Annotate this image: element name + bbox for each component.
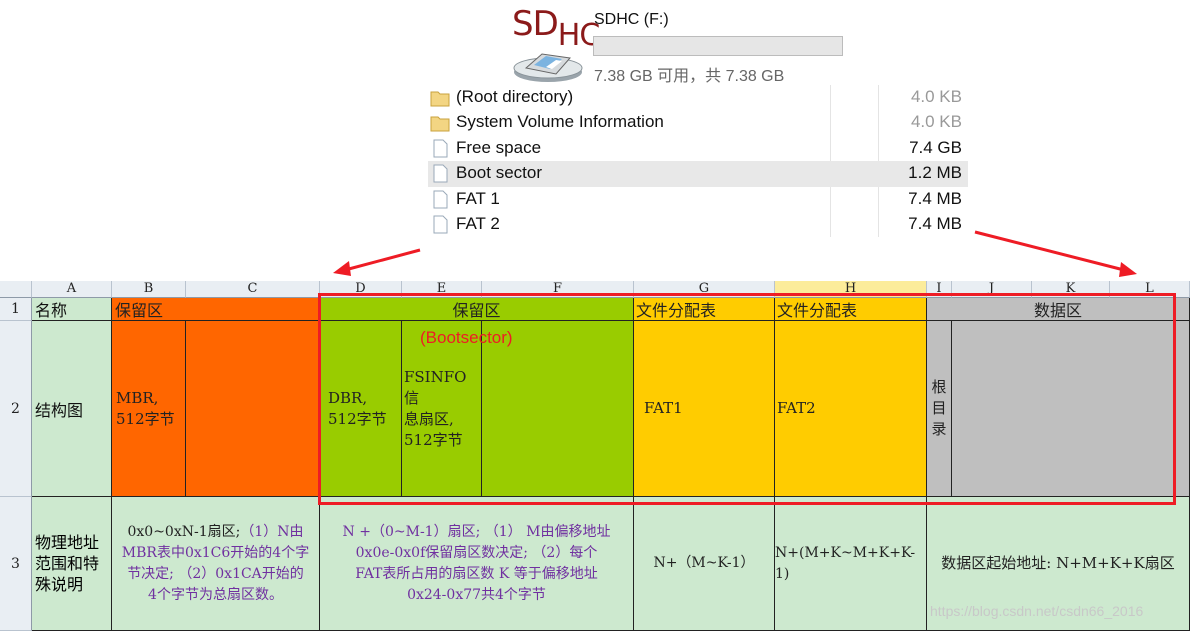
cell-h3-fat2-range[interactable]: N+(M+K~M+K+K-1) — [775, 497, 927, 631]
row-header-3[interactable]: 3 — [0, 497, 32, 631]
mbr-desc-line-1: 0x0~0xN-1扇区;（1）N由 — [127, 522, 303, 543]
watermark: https://blog.csdn.net/csdn66_2016 — [930, 603, 1144, 619]
column-header-e[interactable]: E — [402, 281, 482, 298]
mbr-desc-line-3: 节决定; （2）0x1CA开始的 — [127, 565, 304, 582]
bootsector-annotation: (Bootsector) — [420, 328, 513, 347]
mbr-desc-line-2: MBR表中0x1C6开始的4个字 — [121, 544, 310, 561]
cell-h2-fat2[interactable]: FAT2 — [775, 321, 927, 497]
cell-g1-fat-table[interactable]: 文件分配表 — [634, 298, 775, 321]
cell-a1-name-label[interactable]: 名称 — [32, 298, 112, 321]
row-header-2[interactable]: 2 — [0, 321, 32, 497]
mbr-desc-note: （1）N由 — [240, 523, 304, 540]
right-arrow — [974, 230, 1125, 272]
cell-d2-dbr[interactable]: DBR, 512字节 — [320, 321, 402, 497]
column-header-j[interactable]: J — [952, 281, 1032, 298]
row-header-1[interactable]: 1 — [0, 298, 32, 321]
reserved-desc-line-4: 0x24-0x77共4个字节 — [407, 586, 546, 603]
column-header-h[interactable]: H — [775, 281, 927, 298]
column-header-k[interactable]: K — [1032, 281, 1110, 298]
corner-header[interactable] — [0, 281, 32, 298]
cell-b2-mbr[interactable]: MBR, 512字节 — [112, 321, 186, 497]
cell-b3-mbr-description[interactable]: 0x0~0xN-1扇区;（1）N由 MBR表中0x1C6开始的4个字 节决定; … — [112, 497, 320, 631]
cell-h1-fat-table[interactable]: 文件分配表 — [775, 298, 927, 321]
column-header-i[interactable]: I — [927, 281, 952, 298]
left-arrow — [344, 248, 421, 272]
column-header-g[interactable]: G — [634, 281, 775, 298]
spreadsheet: A B C D E F G H I J K L 1 2 3 名称 保留区 保留区… — [0, 281, 1190, 631]
cell-a2-structure-label[interactable]: 结构图 — [32, 321, 112, 497]
address-label-text: 物理地址 范围和特 殊说明 — [35, 533, 100, 594]
cell-i2-root-directory[interactable]: 根 目 录 — [927, 321, 952, 497]
cell-a3-address-label[interactable]: 物理地址 范围和特 殊说明 — [32, 497, 112, 631]
reserved-desc-line-2: 0x0e-0x0f保留扇区数决定; （2）每个 — [355, 544, 598, 561]
column-header-d[interactable]: D — [320, 281, 402, 298]
cell-d3-reserved-description[interactable]: N +（0~M-1）扇区; （1） M由偏移地址 0x0e-0x0f保留扇区数决… — [320, 497, 634, 631]
cell-c2[interactable] — [186, 321, 320, 497]
column-header-f[interactable]: F — [482, 281, 634, 298]
cell-i1-data-area[interactable]: 数据区 — [927, 298, 1190, 321]
cell-g2-fat1[interactable]: FAT1 — [634, 321, 775, 497]
cell-j2-data-region[interactable] — [952, 321, 1190, 497]
cell-b1-reserved-area[interactable]: 保留区 — [112, 298, 320, 321]
reserved-desc-line-3: FAT表所占用的扇区数 K 等于偏移地址 — [355, 565, 598, 582]
cell-d1-reserved-area[interactable]: 保留区 — [320, 298, 634, 321]
cell-g3-fat1-range[interactable]: N+（M~K-1） — [634, 497, 775, 631]
mbr-desc-range: 0x0~0xN-1扇区; — [127, 523, 241, 540]
mbr-desc-line-4: 4个字节为总扇区数。 — [148, 586, 283, 603]
column-header-b[interactable]: B — [112, 281, 186, 298]
reserved-desc-line-1: N +（0~M-1）扇区; （1） M由偏移地址 — [342, 523, 611, 540]
column-header-c[interactable]: C — [186, 281, 320, 298]
left-arrow-head — [333, 261, 351, 276]
right-arrow-head — [1119, 262, 1137, 277]
column-header-l[interactable]: L — [1110, 281, 1190, 298]
column-header-a[interactable]: A — [32, 281, 112, 298]
